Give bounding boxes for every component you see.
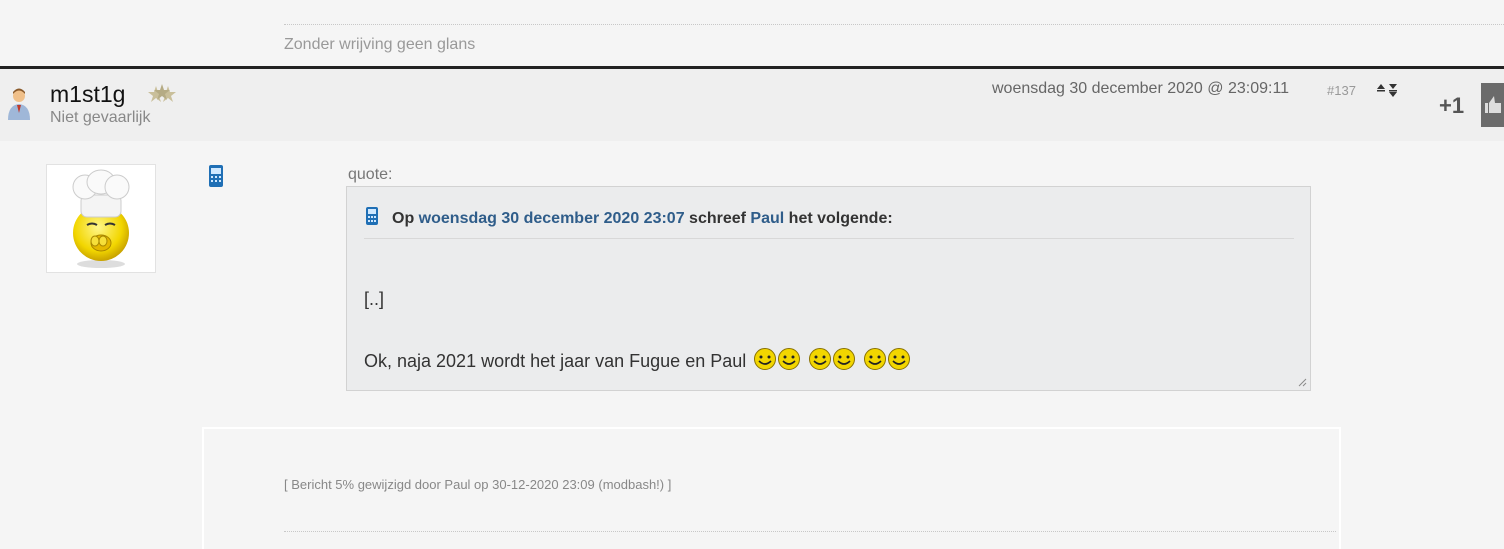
smiley-group xyxy=(753,348,801,372)
thumbs-up-icon xyxy=(1485,96,1501,113)
smiley-group xyxy=(863,348,911,372)
quote-label: quote: xyxy=(348,166,393,183)
quote-header: Op woensdag 30 december 2020 23:07 schre… xyxy=(364,207,893,228)
post-date: woensdag 30 december 2020 @ 23:09:11 xyxy=(992,80,1290,97)
quote-header-tail: het volgende: xyxy=(788,210,893,227)
signature-divider xyxy=(284,24,1504,25)
quote-author-link[interactable]: Paul xyxy=(750,210,784,227)
quote-block: Op woensdag 30 december 2020 23:07 schre… xyxy=(346,186,1311,391)
user-title: Niet gevaarlijk xyxy=(50,109,151,126)
quote-text: Ok, naja 2021 wordt het jaar van Fugue e… xyxy=(364,351,747,371)
mobile-phone-icon xyxy=(366,207,378,225)
smiley-icon xyxy=(754,348,777,370)
up-down-arrows-icon[interactable] xyxy=(1375,82,1399,98)
resize-handle-icon[interactable] xyxy=(1297,377,1307,387)
smiley-icon xyxy=(833,348,856,370)
post-number-link[interactable]: #137 xyxy=(1327,83,1356,98)
like-button[interactable] xyxy=(1481,83,1504,127)
quote-header-schreef: schreef xyxy=(689,210,746,227)
mobile-phone-icon xyxy=(209,165,223,187)
smiley-icon xyxy=(888,348,911,370)
quote-ellipsis: [..] xyxy=(364,289,385,309)
smiley-icon xyxy=(864,348,887,370)
previous-post-signature: Zonder wrijving geen glans xyxy=(284,36,476,53)
user-avatar xyxy=(46,164,156,273)
quote-divider xyxy=(364,238,1294,239)
user-icon[interactable] xyxy=(6,86,32,120)
smiley-icon xyxy=(809,348,832,370)
rank-stars-icon xyxy=(148,84,176,102)
edit-note: [ Bericht 5% gewijzigd door Paul op 30-1… xyxy=(284,477,672,492)
username[interactable]: m1st1g xyxy=(50,81,125,108)
quote-date-link[interactable]: woensdag 30 december 2020 23:07 xyxy=(419,210,685,227)
smiley-group xyxy=(808,348,856,372)
quote-header-op: Op xyxy=(392,210,415,227)
signature-divider xyxy=(284,531,1336,532)
chef-smiley-icon xyxy=(72,169,130,268)
quote-body: Ok, naja 2021 wordt het jaar van Fugue e… xyxy=(364,348,911,372)
score-counter: +1 xyxy=(1439,93,1465,118)
smiley-icon xyxy=(778,348,801,370)
